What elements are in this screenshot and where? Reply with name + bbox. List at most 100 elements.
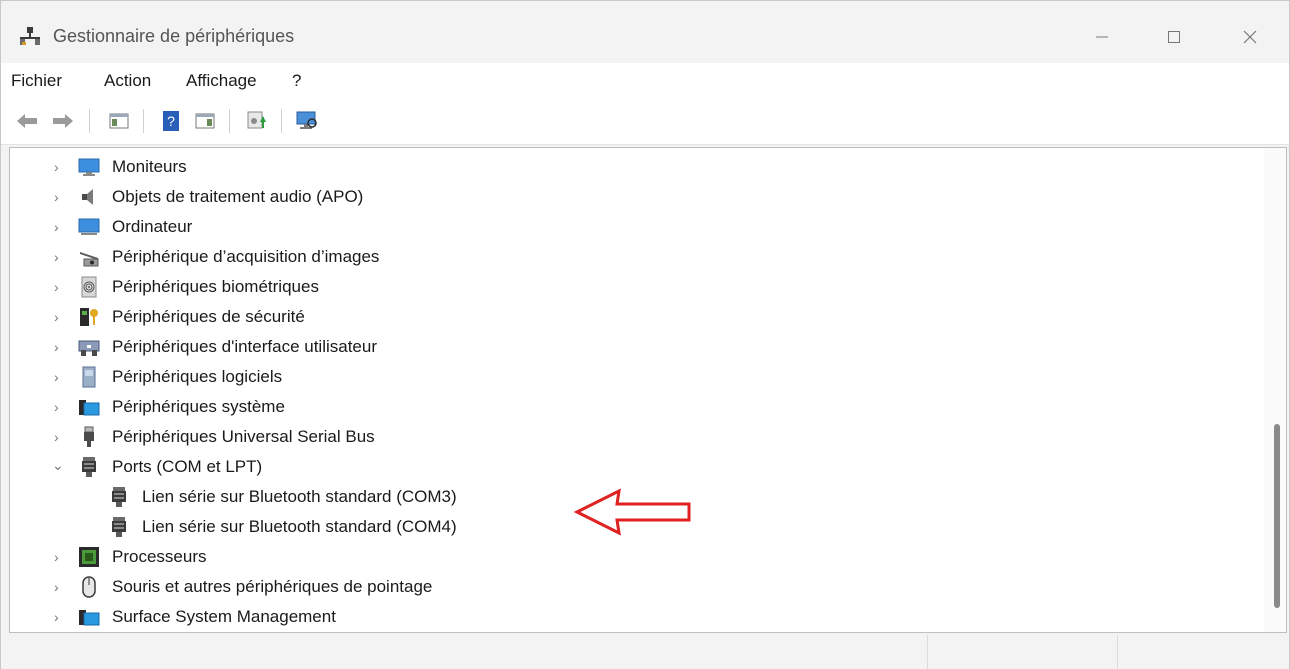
tree-item-logiciels[interactable]: › Périphériques logiciels (10, 362, 1260, 392)
speaker-icon (82, 189, 93, 205)
tree-item-label: Périphériques d'interface utilisateur (112, 337, 378, 356)
security-key-icon (80, 308, 98, 326)
status-divider (1117, 635, 1118, 669)
tree-item-label: Périphériques logiciels (112, 367, 283, 386)
device-tree[interactable]: › Moniteurs › Objets de traitement audio… (9, 147, 1287, 633)
properties-pane-icon (195, 113, 215, 129)
scrollbar-thumb[interactable] (1274, 424, 1280, 608)
title-bar[interactable]: Gestionnaire de périphériques (1, 1, 1289, 61)
scan-hardware-icon (296, 111, 317, 129)
maximize-button[interactable] (1151, 19, 1197, 55)
device-manager-icon (20, 27, 40, 45)
tree-item-apo[interactable]: › Objets de traitement audio (APO) (10, 182, 1260, 212)
window-title: Gestionnaire de périphériques (53, 26, 295, 46)
forward-button[interactable] (49, 107, 77, 135)
close-icon (1243, 30, 1257, 44)
computer-icon (78, 218, 100, 235)
port-connector-icon (112, 487, 126, 507)
menu-fichier[interactable]: Fichier (11, 71, 62, 91)
chevron-right-icon[interactable]: › (54, 249, 68, 265)
tree-item-label: Périphériques Universal Serial Bus (112, 427, 375, 446)
monitor-icon (78, 158, 100, 176)
tree-item-processeurs[interactable]: › Processeurs (10, 542, 1260, 572)
status-divider (927, 635, 928, 669)
tree-item-label: Périphériques biométriques (112, 277, 319, 296)
tree-item-label: Ordinateur (112, 217, 193, 236)
fingerprint-icon (81, 276, 97, 298)
tree-item-label: Lien série sur Bluetooth standard (COM3) (142, 487, 457, 506)
tree-item-label: Lien série sur Bluetooth standard (COM4) (142, 517, 457, 536)
help-icon: ? (163, 111, 179, 131)
menu-help[interactable]: ? (292, 71, 301, 91)
update-driver-icon (247, 111, 266, 129)
scanner-icon (80, 252, 99, 267)
tree-item-label: Surface System Management (112, 607, 336, 626)
show-hide-tree-button[interactable] (105, 107, 133, 135)
menu-affichage[interactable]: Affichage (186, 71, 257, 91)
tree-item-label: Périphériques de sécurité (112, 307, 305, 326)
chevron-right-icon[interactable]: › (54, 279, 68, 295)
update-driver-button[interactable] (243, 107, 271, 135)
chevron-right-icon[interactable]: › (54, 609, 68, 625)
chevron-right-icon[interactable]: › (54, 219, 68, 235)
chevron-right-icon[interactable]: › (54, 339, 68, 355)
tree-item-interface-utilisateur[interactable]: › Périphériques d'interface utilisateur (10, 332, 1260, 362)
toolbar-separator (281, 109, 282, 133)
software-device-icon (82, 366, 96, 388)
port-connector-icon (82, 457, 96, 477)
forward-arrow-icon (53, 114, 73, 128)
help-button[interactable]: ? (157, 107, 185, 135)
svg-text:?: ? (167, 113, 175, 129)
tree-item-label: Ports (COM et LPT) (112, 457, 263, 476)
toolbar-separator (143, 109, 144, 133)
tree-item-souris[interactable]: › Souris et autres périphériques de poin… (10, 572, 1260, 602)
chevron-right-icon[interactable]: › (54, 159, 68, 175)
chevron-right-icon[interactable]: › (54, 429, 68, 445)
red-arrow-icon (573, 488, 691, 536)
mouse-icon (82, 576, 96, 598)
properties-pane-button[interactable] (191, 107, 219, 135)
close-button[interactable] (1227, 19, 1273, 55)
tree-item-biometriques[interactable]: › Périphériques biométriques (10, 272, 1260, 302)
toolbar: ? (1, 99, 1289, 145)
status-bar (1, 635, 1289, 669)
menu-bar: Fichier Action Affichage ? (1, 63, 1289, 99)
maximize-icon (1168, 31, 1180, 43)
chevron-down-icon[interactable]: ⌄ (52, 457, 66, 473)
tree-item-ports[interactable]: ⌄ Ports (COM et LPT) (10, 452, 1260, 482)
toolbar-separator (229, 109, 230, 133)
hid-icon (78, 340, 100, 356)
tree-item-surface-system[interactable]: › Surface System Management (10, 602, 1260, 632)
show-hide-console-tree-icon (109, 113, 129, 129)
tree-item-securite[interactable]: › Périphériques de sécurité (10, 302, 1260, 332)
tree-item-ordinateur[interactable]: › Ordinateur (10, 212, 1260, 242)
chevron-right-icon[interactable]: › (54, 549, 68, 565)
toolbar-separator (89, 109, 90, 133)
tree-item-usb[interactable]: › Périphériques Universal Serial Bus (10, 422, 1260, 452)
port-connector-icon (112, 517, 126, 537)
tree-item-label: Périphérique d’acquisition d’images (112, 247, 380, 266)
usb-plug-icon (84, 426, 94, 447)
chevron-right-icon[interactable]: › (54, 189, 68, 205)
tree-item-moniteurs[interactable]: › Moniteurs (10, 152, 1260, 182)
chevron-right-icon[interactable]: › (54, 309, 68, 325)
tree-item-systeme[interactable]: › Périphériques système (10, 392, 1260, 422)
processor-chip-icon (79, 547, 99, 567)
tree-item-acquisition-images[interactable]: › Périphérique d’acquisition d’images (10, 242, 1260, 272)
minimize-button[interactable] (1079, 19, 1125, 55)
chevron-right-icon[interactable]: › (54, 579, 68, 595)
minimize-icon (1096, 36, 1108, 38)
scan-hardware-button[interactable] (293, 107, 321, 135)
menu-action[interactable]: Action (104, 71, 151, 91)
system-folder-icon (79, 400, 100, 416)
tree-item-label: Moniteurs (112, 157, 187, 176)
tree-item-label: Processeurs (112, 547, 207, 566)
chevron-right-icon[interactable]: › (54, 369, 68, 385)
device-manager-window: Gestionnaire de périphériques Fichier Ac… (0, 0, 1290, 669)
tree-item-label: Périphériques système (112, 397, 285, 416)
tree-item-label: Souris et autres périphériques de pointa… (112, 577, 433, 596)
chevron-right-icon[interactable]: › (54, 399, 68, 415)
back-button[interactable] (13, 107, 41, 135)
system-folder-icon (79, 610, 100, 626)
vertical-scrollbar[interactable] (1264, 148, 1286, 632)
